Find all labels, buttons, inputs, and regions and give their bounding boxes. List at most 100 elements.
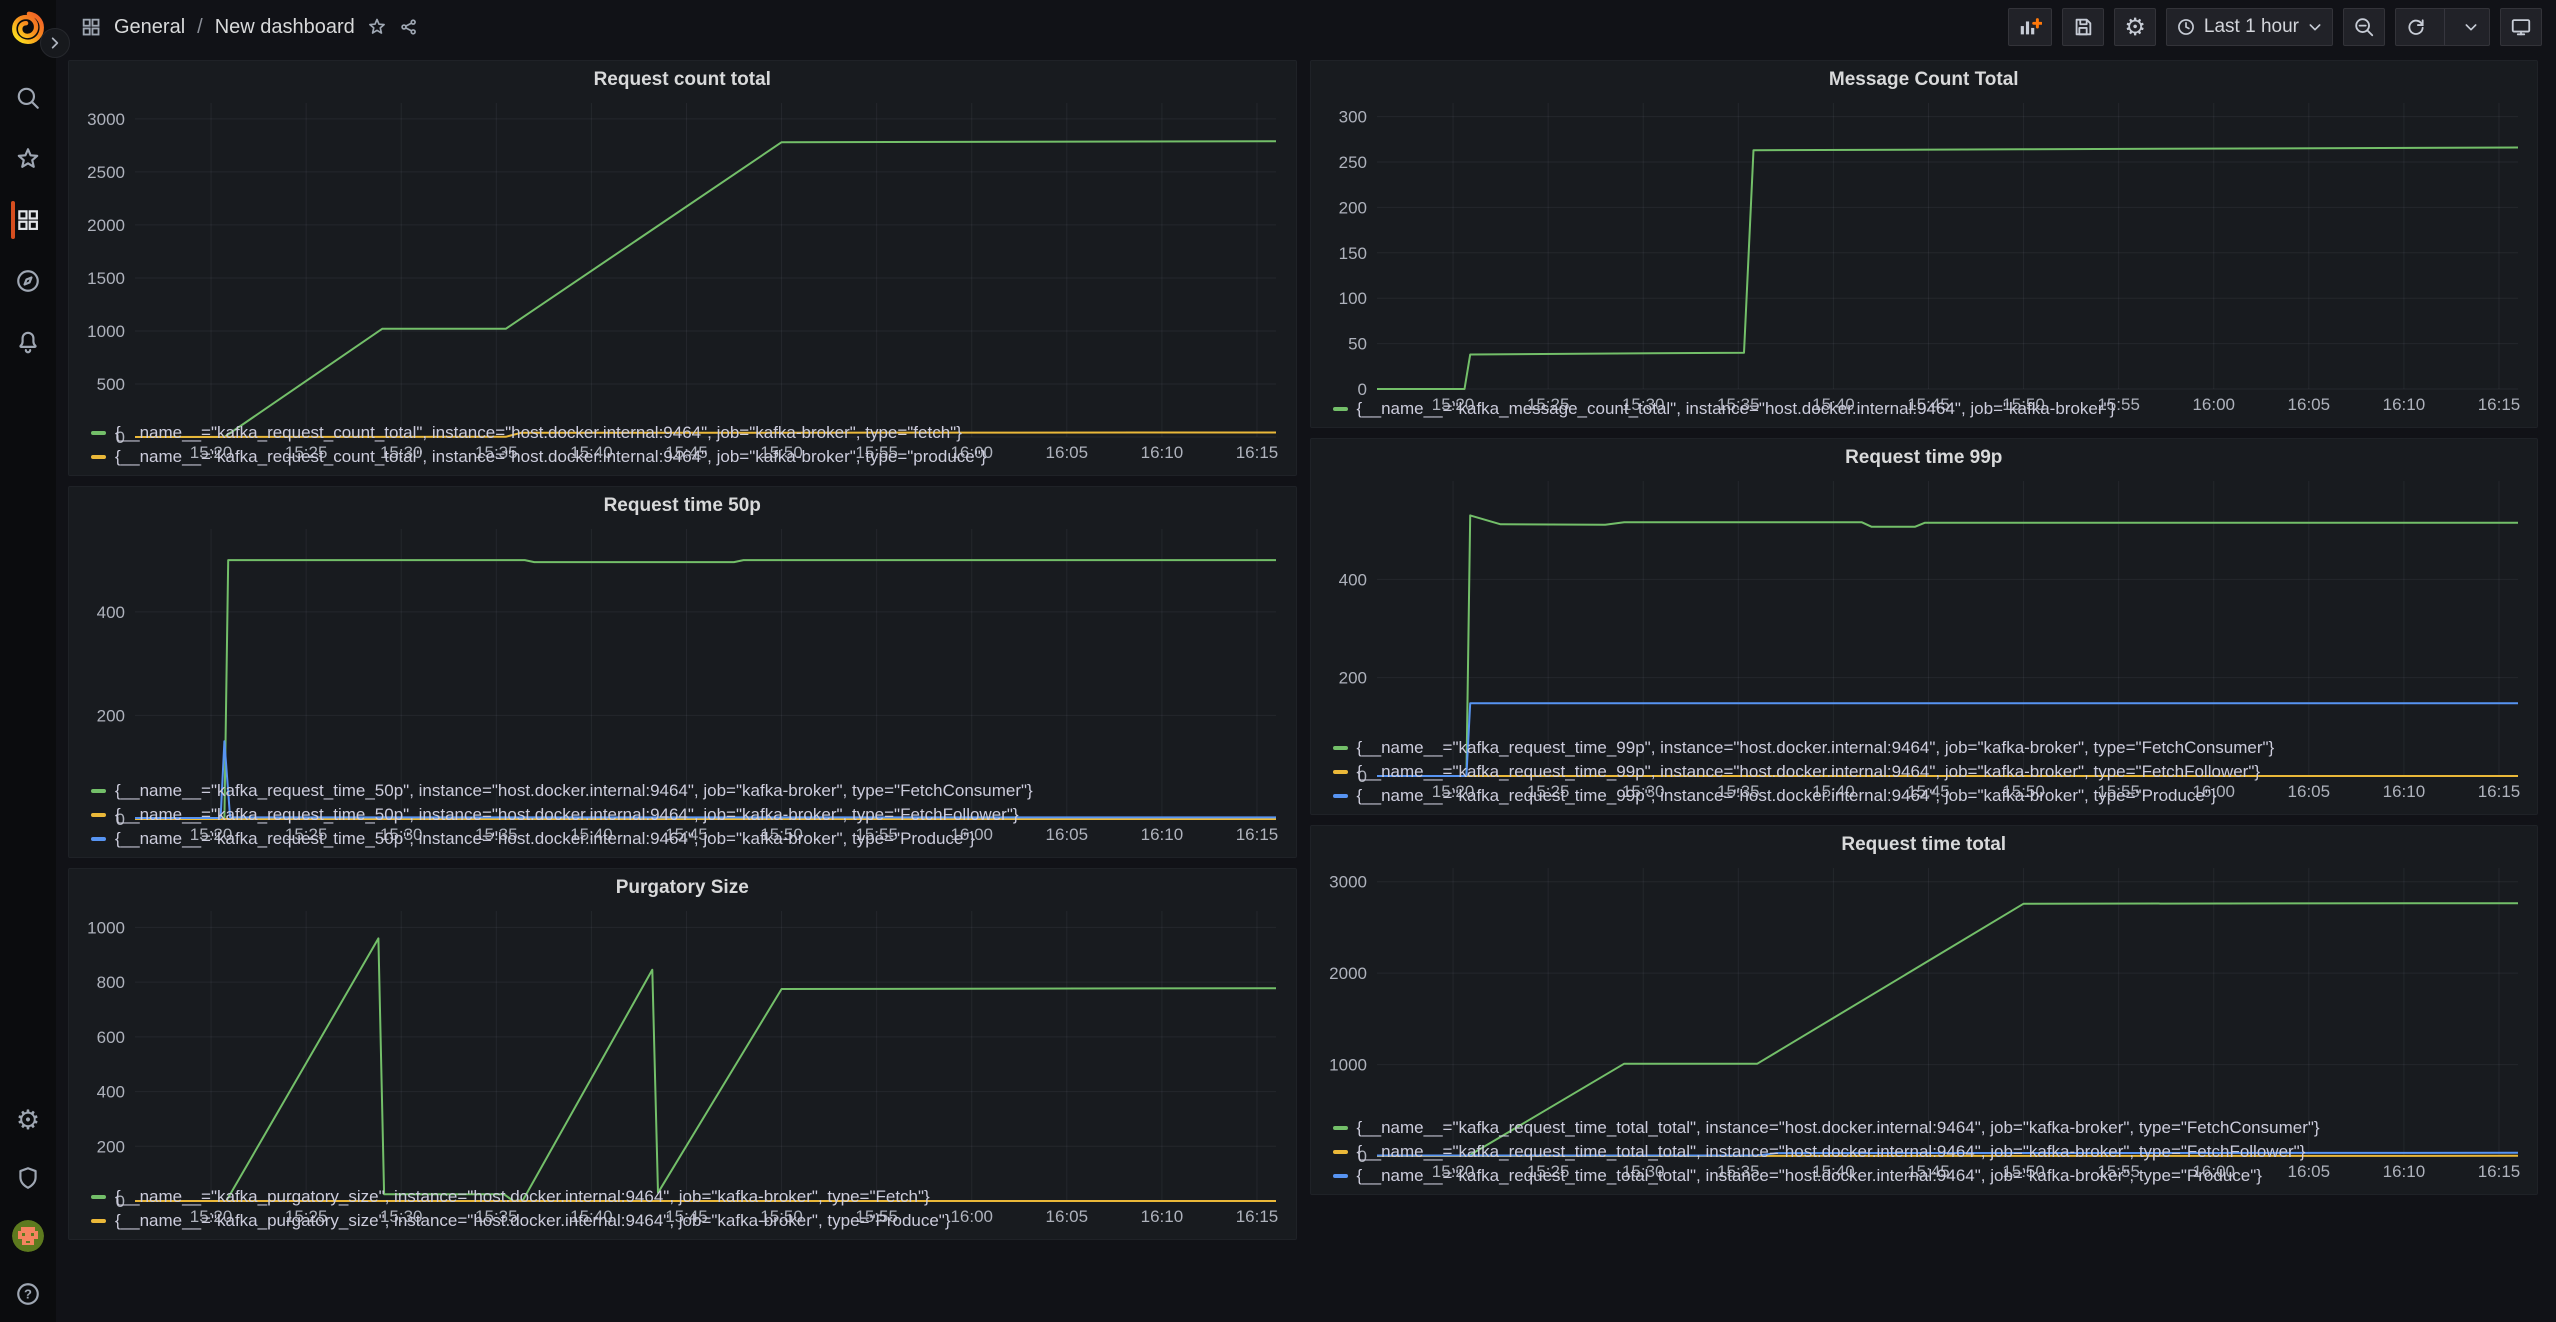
- refresh-button[interactable]: [2395, 8, 2490, 46]
- panel-title[interactable]: Message Count Total: [1321, 65, 2528, 95]
- legend-item[interactable]: {__name__="kafka_request_count_total", i…: [91, 446, 1282, 467]
- dashboard-column-right: Message Count Total 05010015020025030015…: [1310, 60, 2539, 1195]
- legend-label: {__name__="kafka_request_count_total", i…: [115, 422, 962, 443]
- series-color-swatch: [91, 1219, 106, 1223]
- breadcrumb-title[interactable]: New dashboard: [215, 16, 355, 39]
- add-panel-button[interactable]: [2008, 8, 2052, 46]
- cycle-view-mode-button[interactable]: [2500, 8, 2542, 46]
- svg-text:500: 500: [97, 375, 125, 394]
- chevron-down-icon: [2463, 19, 2479, 35]
- breadcrumb-section[interactable]: General: [114, 16, 185, 39]
- sidebar-item-profile[interactable]: [0, 1222, 56, 1250]
- legend: {__name__="kafka_request_time_total_tota…: [1321, 1115, 2528, 1186]
- legend-item[interactable]: {__name__="kafka_request_time_total_tota…: [1333, 1165, 2524, 1186]
- svg-text:1000: 1000: [1329, 1056, 1367, 1075]
- panel-title[interactable]: Request time 99p: [1321, 443, 2528, 473]
- user-avatar: [12, 1220, 44, 1252]
- panel-title[interactable]: Purgatory Size: [79, 873, 1286, 903]
- panel-title[interactable]: Request time 50p: [79, 491, 1286, 521]
- legend-item[interactable]: {__name__="kafka_request_time_99p", inst…: [1333, 785, 2524, 806]
- save-icon: [2072, 16, 2094, 38]
- series-color-swatch: [91, 431, 106, 435]
- svg-text:250: 250: [1338, 153, 1366, 172]
- svg-text:?: ?: [24, 1287, 32, 1302]
- sidebar-item-dashboards[interactable]: [0, 206, 56, 234]
- sidebar-item-settings[interactable]: ⚙: [0, 1106, 56, 1134]
- svg-text:2500: 2500: [87, 163, 125, 182]
- legend-item[interactable]: {__name__="kafka_request_time_99p", inst…: [1333, 737, 2524, 758]
- star-dashboard-button[interactable]: [367, 17, 387, 37]
- legend: {__name__="kafka_purgatory_size", instan…: [79, 1184, 1286, 1231]
- svg-text:1000: 1000: [87, 322, 125, 341]
- refresh-interval-dropdown[interactable]: [2453, 9, 2489, 45]
- sidebar-item-search[interactable]: [0, 84, 56, 112]
- sidebar-nav-bottom: ⚙ ?: [0, 1106, 56, 1308]
- sidebar-item-alerting[interactable]: [0, 328, 56, 356]
- time-series-chart[interactable]: 020040015:2015:2515:3015:3515:4015:4515:…: [79, 521, 1286, 778]
- legend-label: {__name__="kafka_request_time_99p", inst…: [1357, 785, 2217, 806]
- legend-label: {__name__="kafka_request_time_99p", inst…: [1357, 737, 2275, 758]
- panel-title[interactable]: Request count total: [79, 65, 1286, 95]
- svg-text:300: 300: [1338, 108, 1366, 127]
- legend-label: {__name__="kafka_request_time_50p", inst…: [115, 780, 1033, 801]
- legend: {__name__="kafka_request_count_total", i…: [79, 420, 1286, 467]
- gear-icon: ⚙: [16, 1107, 40, 1134]
- svg-text:400: 400: [97, 603, 125, 622]
- panel-request-time-total: Request time total 010002000300015:2015:…: [1310, 825, 2539, 1195]
- svg-text:200: 200: [1338, 669, 1366, 688]
- svg-text:1500: 1500: [87, 269, 125, 288]
- compass-icon: [15, 268, 41, 294]
- series-color-swatch: [1333, 1126, 1348, 1130]
- legend-label: {__name__="kafka_message_count_total", i…: [1357, 398, 2116, 419]
- legend-item[interactable]: {__name__="kafka_request_time_99p", inst…: [1333, 761, 2524, 782]
- legend-item[interactable]: {__name__="kafka_request_time_total_tota…: [1333, 1117, 2524, 1138]
- sidebar-expand-button[interactable]: [40, 28, 70, 58]
- time-range-label: Last 1 hour: [2204, 16, 2299, 38]
- svg-text:3000: 3000: [1329, 873, 1367, 892]
- save-dashboard-button[interactable]: [2062, 8, 2104, 46]
- legend-item[interactable]: {__name__="kafka_request_time_50p", inst…: [91, 828, 1282, 849]
- sidebar-nav-top: [0, 84, 56, 356]
- dashboard-settings-button[interactable]: ⚙: [2114, 8, 2156, 46]
- sidebar-item-server-admin[interactable]: [0, 1164, 56, 1192]
- add-panel-icon: [2018, 15, 2042, 39]
- sidebar-item-starred[interactable]: [0, 145, 56, 173]
- legend-item[interactable]: {__name__="kafka_request_time_50p", inst…: [91, 780, 1282, 801]
- time-series-chart[interactable]: 010002000300015:2015:2515:3015:3515:4015…: [1321, 860, 2528, 1115]
- share-dashboard-button[interactable]: [399, 17, 419, 37]
- series-color-swatch: [1333, 1174, 1348, 1178]
- series-color-swatch: [91, 1195, 106, 1199]
- series-color-swatch: [91, 789, 106, 793]
- panel-request-count-total: Request count total 05001000150020002500…: [68, 60, 1297, 476]
- svg-text:400: 400: [97, 1083, 125, 1102]
- refresh-action[interactable]: [2396, 9, 2436, 45]
- legend-label: {__name__="kafka_request_time_50p", inst…: [115, 804, 1019, 825]
- series-color-swatch: [1333, 407, 1348, 411]
- legend-item[interactable]: {__name__="kafka_request_time_total_tota…: [1333, 1141, 2524, 1162]
- time-series-chart[interactable]: 0200400600800100015:2015:2515:3015:3515:…: [79, 903, 1286, 1184]
- sidebar-item-help[interactable]: ?: [0, 1280, 56, 1308]
- dashboard-column-left: Request count total 05001000150020002500…: [68, 60, 1297, 1240]
- legend-item[interactable]: {__name__="kafka_request_count_total", i…: [91, 422, 1282, 443]
- legend-item[interactable]: {__name__="kafka_message_count_total", i…: [1333, 398, 2524, 419]
- legend-item[interactable]: {__name__="kafka_purgatory_size", instan…: [91, 1210, 1282, 1231]
- time-series-chart[interactable]: 05001000150020002500300015:2015:2515:301…: [79, 95, 1286, 420]
- series-color-swatch: [1333, 770, 1348, 774]
- panel-title[interactable]: Request time total: [1321, 830, 2528, 860]
- time-range-picker[interactable]: Last 1 hour: [2166, 8, 2333, 46]
- dashboard-toolbar: ⚙ Last 1 hour: [2008, 8, 2542, 46]
- legend-item[interactable]: {__name__="kafka_purgatory_size", instan…: [91, 1186, 1282, 1207]
- legend-item[interactable]: {__name__="kafka_request_time_50p", inst…: [91, 804, 1282, 825]
- zoom-out-time-button[interactable]: [2343, 8, 2385, 46]
- series-color-swatch: [1333, 746, 1348, 750]
- legend-label: {__name__="kafka_request_time_99p", inst…: [1357, 761, 2261, 782]
- series-color-swatch: [91, 837, 106, 841]
- svg-text:600: 600: [97, 1028, 125, 1047]
- star-icon: [15, 146, 41, 172]
- legend-label: {__name__="kafka_request_time_total_tota…: [1357, 1117, 2320, 1138]
- sidebar-item-explore[interactable]: [0, 267, 56, 295]
- time-series-chart[interactable]: 020040015:2015:2515:3015:3515:4015:4515:…: [1321, 473, 2528, 735]
- time-series-chart[interactable]: 05010015020025030015:2015:2515:3015:3515…: [1321, 95, 2528, 396]
- chevron-down-icon: [2307, 19, 2323, 35]
- breadcrumb-separator: /: [197, 16, 203, 39]
